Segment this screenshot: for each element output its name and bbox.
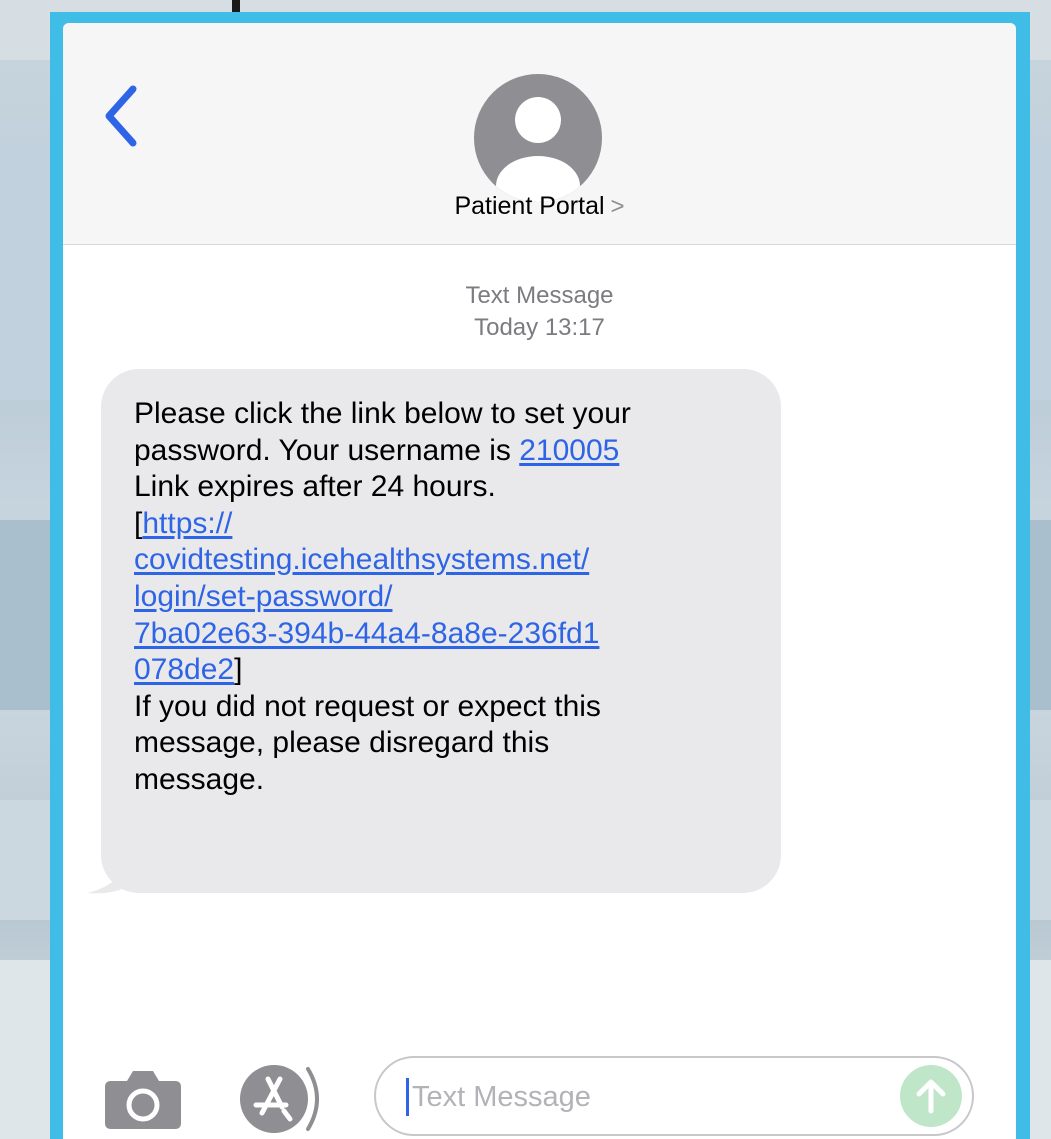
chevron-right-icon: >	[610, 193, 625, 220]
app-store-button[interactable]	[238, 1063, 330, 1135]
send-button[interactable]	[900, 1065, 962, 1127]
contact-name: Patient Portal	[454, 192, 605, 220]
message-line: password. Your username is 210005	[134, 433, 781, 470]
messages-screen: Patient Portal > Text Message Today 13:17…	[63, 23, 1016, 1139]
app-store-icon	[240, 1065, 319, 1133]
message-input-placeholder: Text Message	[412, 1081, 591, 1113]
conversation-header: Patient Portal >	[63, 23, 1016, 245]
bracket-close: ]	[234, 653, 243, 687]
username-link[interactable]: 210005	[519, 434, 619, 467]
message-line: message, please disregard this	[134, 726, 550, 760]
message-line: If you did not request or expect this	[134, 689, 601, 723]
thread-timestamp: Text Message Today 13:17	[63, 280, 1016, 344]
message-input[interactable]: Text Message	[374, 1056, 974, 1136]
person-silhouette-icon	[474, 74, 602, 202]
password-link[interactable]: 7ba02e63-394b-44a4-8a8e-236fd1	[134, 617, 599, 650]
text-caret	[406, 1078, 409, 1116]
contact-avatar[interactable]	[474, 74, 602, 202]
message-time: Today 13:17	[474, 314, 605, 341]
password-link[interactable]: 078de2	[134, 653, 234, 686]
message-bubble[interactable]: Please click the link below to set your …	[101, 369, 781, 893]
message-line: [https://	[134, 506, 781, 543]
camera-icon	[105, 1071, 181, 1129]
arrow-up-icon	[916, 1079, 946, 1114]
chevron-left-icon	[105, 85, 137, 147]
message-line: login/set-password/	[134, 579, 781, 616]
password-link[interactable]: login/set-password/	[134, 580, 392, 613]
message-composer: Text Message	[63, 1033, 1016, 1139]
contact-name-button[interactable]: Patient Portal >	[63, 188, 1016, 225]
message-line: message.	[134, 762, 265, 796]
message-text: password. Your username is	[134, 433, 520, 467]
service-label: Text Message	[465, 282, 614, 309]
camera-button[interactable]	[103, 1067, 183, 1131]
message-line: Link expires after 24 hours.	[134, 470, 496, 504]
back-button[interactable]	[97, 81, 147, 151]
password-link[interactable]: https://	[142, 507, 232, 540]
message-line: 7ba02e63-394b-44a4-8a8e-236fd1	[134, 616, 781, 653]
password-link[interactable]: covidtesting.icehealthsystems.net/	[134, 543, 589, 576]
message-line: covidtesting.icehealthsystems.net/	[134, 542, 781, 579]
message-line: Please click the link below to set your	[134, 397, 631, 430]
message-line: 078de2]	[134, 652, 781, 689]
